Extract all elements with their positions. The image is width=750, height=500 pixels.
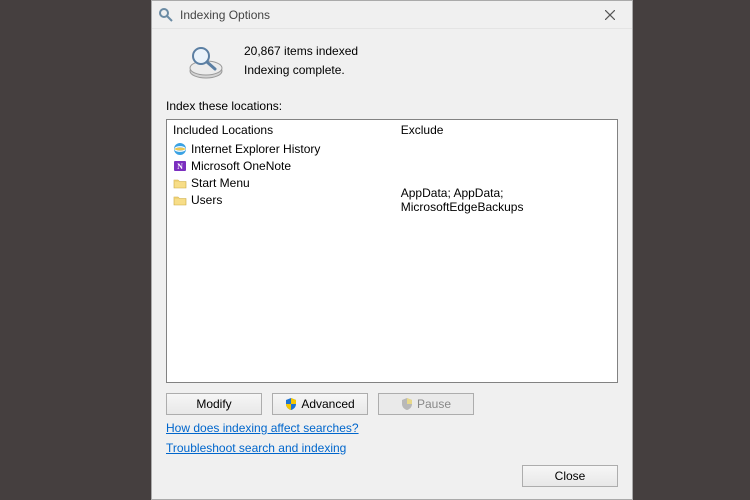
shield-icon xyxy=(285,398,297,410)
titlebar: Indexing Options xyxy=(152,1,632,29)
help-link-row-2: Troubleshoot search and indexing xyxy=(166,441,618,455)
content-area: 20,867 items indexed Indexing complete. … xyxy=(152,29,632,499)
indexing-options-icon xyxy=(158,7,174,23)
close-icon[interactable] xyxy=(588,1,632,29)
footer-row: Close xyxy=(166,465,618,487)
location-cell: N Microsoft OneNote xyxy=(173,159,401,173)
onenote-icon: N xyxy=(173,159,187,173)
shield-icon xyxy=(401,398,413,410)
location-cell: Start Menu xyxy=(173,176,401,190)
advanced-button[interactable]: Advanced xyxy=(272,393,368,415)
close-button[interactable]: Close xyxy=(522,465,618,487)
window-title: Indexing Options xyxy=(180,8,270,22)
status-text: 20,867 items indexed Indexing complete. xyxy=(244,42,358,80)
folder-icon xyxy=(173,193,187,207)
modify-button[interactable]: Modify xyxy=(166,393,262,415)
status-row: 20,867 items indexed Indexing complete. xyxy=(166,37,618,95)
location-name: Internet Explorer History xyxy=(191,142,320,156)
action-buttons-row: Modify Advanced Pa xyxy=(166,393,618,415)
locations-list: Included Locations Exclude Internet Expl… xyxy=(166,119,618,383)
svg-text:N: N xyxy=(177,162,183,171)
table-row[interactable]: N Microsoft OneNote xyxy=(167,157,617,174)
drive-search-icon xyxy=(186,41,226,81)
location-name: Users xyxy=(191,193,222,207)
location-cell: Users xyxy=(173,193,401,207)
location-name: Start Menu xyxy=(191,176,250,190)
exclude-cell: AppData; AppData; MicrosoftEdgeBackups xyxy=(401,186,611,214)
advanced-button-label: Advanced xyxy=(301,397,354,411)
pause-button-label: Pause xyxy=(417,397,451,411)
how-indexing-affects-link[interactable]: How does indexing affect searches? xyxy=(166,421,359,435)
troubleshoot-link[interactable]: Troubleshoot search and indexing xyxy=(166,441,346,455)
table-row[interactable]: Internet Explorer History xyxy=(167,140,617,157)
indexing-state: Indexing complete. xyxy=(244,61,358,80)
pause-button: Pause xyxy=(378,393,474,415)
help-link-row-1: How does indexing affect searches? xyxy=(166,421,618,435)
locations-rows: Internet Explorer History N Microsoft OneN… xyxy=(167,140,617,382)
index-locations-label: Index these locations: xyxy=(166,99,618,113)
folder-icon xyxy=(173,176,187,190)
ie-icon xyxy=(173,142,187,156)
column-header-included: Included Locations xyxy=(173,123,401,137)
column-headers: Included Locations Exclude xyxy=(167,120,617,140)
column-header-exclude: Exclude xyxy=(401,123,611,137)
location-name: Microsoft OneNote xyxy=(191,159,291,173)
location-cell: Internet Explorer History xyxy=(173,142,401,156)
items-indexed-count: 20,867 items indexed xyxy=(244,42,358,61)
table-row[interactable]: UsersAppData; AppData; MicrosoftEdgeBack… xyxy=(167,191,617,208)
indexing-options-window: Indexing Options 20,867 items indexed In… xyxy=(151,0,633,500)
